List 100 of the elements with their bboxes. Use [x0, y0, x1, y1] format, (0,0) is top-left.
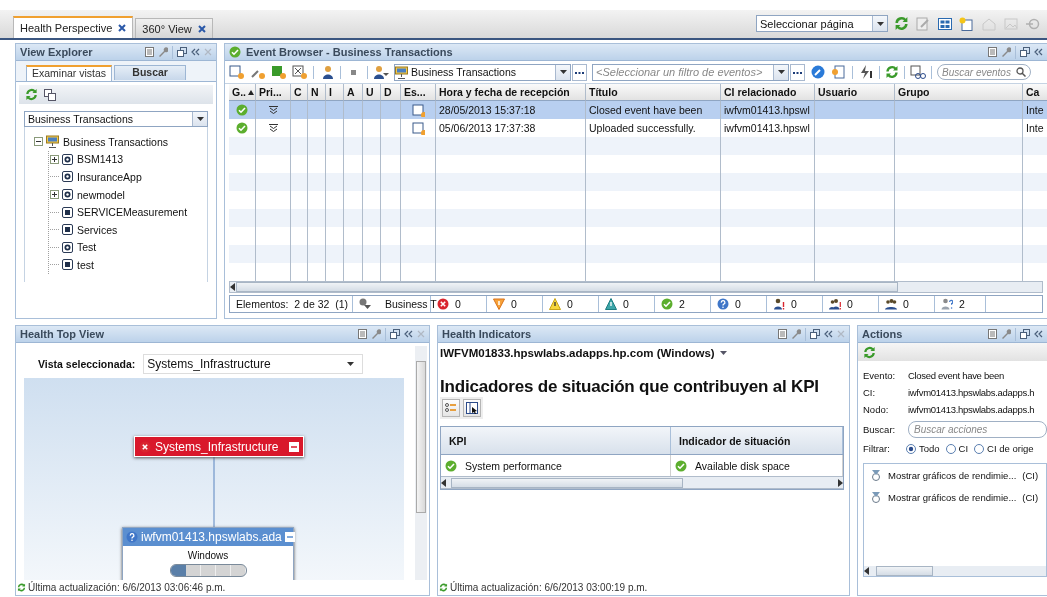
restore-icon[interactable] [810, 329, 820, 339]
filter-settings-icon[interactable] [810, 65, 826, 79]
view-select[interactable]: Systems_Infrastructure [143, 354, 364, 374]
tree-item[interactable]: Business Transactions [61, 135, 169, 148]
restore-icon[interactable] [177, 47, 187, 57]
tree-item[interactable]: Test [75, 241, 97, 254]
restore-icon[interactable] [1020, 47, 1030, 57]
tree-item[interactable]: BSM1413 [75, 153, 124, 166]
scroll-right-icon[interactable] [837, 478, 843, 487]
wrench-icon[interactable] [371, 329, 381, 339]
event-close-icon[interactable] [292, 65, 308, 79]
scroll-left-icon[interactable] [441, 478, 447, 487]
filter-radio[interactable]: CI de orige [974, 443, 1034, 454]
page-icon[interactable] [778, 329, 787, 339]
collapse-icon[interactable] [404, 330, 413, 338]
tree-item[interactable]: newmodel [75, 188, 125, 201]
more-icon[interactable] [575, 70, 584, 74]
scroll-left-icon[interactable] [864, 567, 870, 575]
restore-icon[interactable] [390, 329, 400, 339]
column-header[interactable]: Usuario [815, 84, 895, 101]
explorer-tab[interactable]: Examinar vistas [26, 65, 113, 81]
collapse-icon[interactable] [824, 330, 833, 338]
dropdown-arrow-icon[interactable] [347, 362, 355, 366]
tree-item[interactable]: InsuranceApp [75, 171, 142, 183]
horizontal-scrollbar[interactable] [864, 566, 1046, 576]
dropdown-arrow-icon[interactable] [559, 70, 567, 74]
collapse-node-icon[interactable] [284, 532, 295, 542]
wrench-icon[interactable] [1001, 329, 1011, 339]
expand-toggle-icon[interactable] [50, 154, 59, 164]
view-select[interactable]: Business Transactions [394, 63, 571, 81]
lightning-info-icon[interactable] [858, 65, 874, 79]
wrench-icon[interactable] [158, 47, 168, 57]
filter-radio[interactable]: CI [945, 443, 969, 454]
column-header[interactable]: Título [586, 84, 721, 101]
page-icon[interactable] [358, 329, 367, 339]
dropdown-arrow-icon[interactable] [777, 70, 785, 74]
page-icon[interactable] [988, 47, 997, 57]
view-select[interactable]: Business Transactions [24, 111, 208, 127]
restore-icon[interactable] [1020, 329, 1030, 339]
collapse-node-icon[interactable] [289, 441, 299, 452]
wrench-icon[interactable] [1001, 47, 1011, 57]
column-header[interactable]: A [344, 84, 363, 101]
tree-item[interactable]: SERVICEMeasurement [75, 206, 188, 219]
event-filter-select[interactable]: <Seleccionar un filtro de eventos> [592, 63, 789, 81]
refresh-icon[interactable] [25, 88, 38, 101]
column-header[interactable]: Pri... [256, 84, 291, 101]
copy-view-icon[interactable] [44, 88, 56, 101]
collapse-toggle-icon[interactable] [34, 137, 43, 147]
refresh-icon[interactable] [863, 345, 876, 359]
user-filter-icon[interactable] [373, 65, 389, 79]
page-icon[interactable] [145, 47, 154, 57]
search-icon[interactable] [1016, 67, 1026, 77]
ci-select[interactable]: IWFVM01833.hpswlabs.adapps.hp.com (Windows) [440, 347, 847, 359]
new-page-icon[interactable] [959, 16, 975, 31]
column-header[interactable]: Grupo [895, 84, 1023, 101]
tree-item[interactable]: test [75, 258, 94, 271]
vertical-scrollbar[interactable] [415, 346, 427, 580]
table-row[interactable]: 28/05/2013 15:37:18 Closed event have been iwfvm01413.hpswl Inte [229, 101, 1047, 119]
actions-search-field[interactable]: Buscar acciones [908, 420, 1047, 438]
horizontal-scrollbar[interactable] [441, 476, 843, 489]
perspective-tab[interactable]: 360° View [135, 18, 213, 38]
expand-toggle-icon[interactable] [50, 190, 59, 200]
layout-icon[interactable] [937, 16, 953, 31]
explorer-tab[interactable]: Buscar [114, 65, 187, 80]
filter-radio[interactable]: Todo [906, 443, 940, 454]
column-header[interactable]: KPI [441, 427, 671, 454]
event-search-field[interactable]: Buscar eventos [937, 64, 1031, 80]
action-item[interactable]: Mostrar gráficos de rendimie... (CI) [864, 464, 1046, 486]
column-header[interactable]: I [326, 84, 344, 101]
column-header[interactable]: Ca [1023, 84, 1047, 101]
refresh-icon[interactable] [439, 583, 448, 592]
binoculars-icon[interactable] [910, 65, 926, 79]
page-icon[interactable] [988, 329, 997, 339]
columns-button[interactable] [463, 399, 481, 417]
collapse-icon[interactable] [1034, 48, 1043, 56]
refresh-icon[interactable] [17, 583, 26, 592]
collapse-icon[interactable] [1034, 330, 1043, 338]
horizontal-scrollbar[interactable] [229, 281, 1043, 293]
dropdown-arrow-icon[interactable] [196, 117, 204, 121]
refresh-icon[interactable] [894, 16, 909, 31]
more-icon[interactable] [793, 70, 802, 74]
column-header[interactable]: N [308, 84, 326, 101]
column-header[interactable]: U [363, 84, 381, 101]
column-header[interactable]: C [291, 84, 308, 101]
column-header[interactable]: CI relacionado [721, 84, 815, 101]
wrench-icon[interactable] [791, 329, 801, 339]
dropdown-arrow-icon[interactable] [876, 21, 884, 26]
column-header[interactable]: Es... [401, 84, 436, 101]
graph-node[interactable]: iwfvm01413.hpswlabs.ada Windows [122, 527, 294, 580]
event-approve-icon[interactable] [271, 65, 287, 79]
refresh-icon[interactable] [885, 65, 899, 79]
column-header[interactable]: Indicador de situación [671, 427, 843, 454]
column-header[interactable]: Hora y fecha de recepción [436, 84, 586, 101]
list-view-button[interactable] [442, 399, 460, 417]
close-icon[interactable] [197, 24, 206, 33]
perspective-tab[interactable]: Health Perspective [13, 16, 134, 38]
page-select[interactable]: Seleccionar página [756, 15, 888, 32]
column-header[interactable]: G.. [229, 84, 256, 101]
column-header[interactable]: D [381, 84, 401, 101]
graph-node[interactable]: Systems_Infrastructure [134, 436, 304, 457]
